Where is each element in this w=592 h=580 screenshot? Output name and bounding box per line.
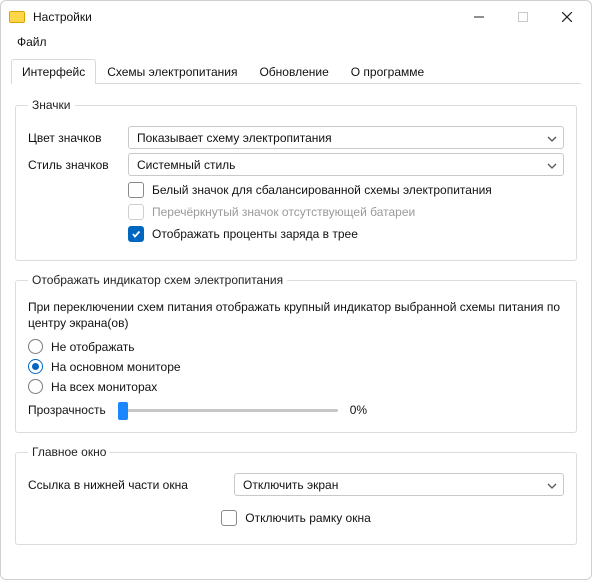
- group-indicator: Отображать индикатор схем электропитания…: [15, 273, 577, 433]
- icon-style-label: Стиль значков: [28, 158, 122, 172]
- tab-power-plans[interactable]: Схемы электропитания: [96, 59, 248, 84]
- settings-window: Настройки Файл Интерфейс Схемы электропи…: [0, 0, 592, 580]
- window-title: Настройки: [33, 10, 457, 24]
- bottom-link-value: Отключить экран: [243, 478, 338, 492]
- opacity-value: 0%: [350, 403, 367, 417]
- icon-style-select[interactable]: Системный стиль: [128, 153, 564, 176]
- opacity-slider[interactable]: [118, 400, 338, 420]
- app-icon: [9, 11, 25, 23]
- tab-interface[interactable]: Интерфейс: [11, 59, 96, 84]
- minimize-button[interactable]: [457, 2, 501, 32]
- group-main-window-legend: Главное окно: [28, 445, 110, 459]
- radio-all-label: На всех мониторах: [51, 380, 157, 394]
- radio-primary-label: На основном мониторе: [51, 360, 181, 374]
- checkbox-strike-missing-label: Перечёркнутый значок отсутствующей батар…: [152, 205, 415, 219]
- tab-panel-interface: Значки Цвет значков Показывает схему эле…: [1, 84, 591, 579]
- maximize-button: [501, 2, 545, 32]
- checkbox-white-icon[interactable]: [128, 182, 144, 198]
- icon-color-value: Показывает схему электропитания: [137, 131, 332, 145]
- checkbox-disable-frame-label: Отключить рамку окна: [245, 511, 371, 525]
- tab-about[interactable]: О программе: [340, 59, 435, 84]
- menu-file[interactable]: Файл: [11, 33, 53, 51]
- checkbox-white-icon-label: Белый значок для сбалансированной схемы …: [152, 183, 492, 197]
- bottom-link-select[interactable]: Отключить экран: [234, 473, 564, 496]
- chevron-down-icon: [547, 158, 557, 172]
- icon-color-label: Цвет значков: [28, 131, 122, 145]
- tab-update[interactable]: Обновление: [248, 59, 339, 84]
- tabs: Интерфейс Схемы электропитания Обновлени…: [1, 55, 591, 84]
- indicator-description: При переключении схем питания отображать…: [28, 299, 564, 331]
- group-icons: Значки Цвет значков Показывает схему эле…: [15, 98, 577, 261]
- close-button[interactable]: [545, 2, 589, 32]
- group-icons-legend: Значки: [28, 98, 75, 112]
- checkbox-disable-frame[interactable]: [221, 510, 237, 526]
- checkbox-show-percent[interactable]: [128, 226, 144, 242]
- radio-none-label: Не отображать: [51, 340, 135, 354]
- icon-color-select[interactable]: Показывает схему электропитания: [128, 126, 564, 149]
- radio-primary[interactable]: [28, 359, 43, 374]
- chevron-down-icon: [547, 478, 557, 492]
- checkbox-strike-missing: [128, 204, 144, 220]
- menubar: Файл: [1, 33, 591, 55]
- radio-all[interactable]: [28, 379, 43, 394]
- opacity-label: Прозрачность: [28, 403, 106, 417]
- icon-style-value: Системный стиль: [137, 158, 235, 172]
- radio-none[interactable]: [28, 339, 43, 354]
- bottom-link-label: Ссылка в нижней части окна: [28, 478, 228, 492]
- group-indicator-legend: Отображать индикатор схем электропитания: [28, 273, 287, 287]
- chevron-down-icon: [547, 131, 557, 145]
- group-main-window: Главное окно Ссылка в нижней части окна …: [15, 445, 577, 545]
- titlebar: Настройки: [1, 1, 591, 33]
- checkbox-show-percent-label: Отображать проценты заряда в трее: [152, 227, 358, 241]
